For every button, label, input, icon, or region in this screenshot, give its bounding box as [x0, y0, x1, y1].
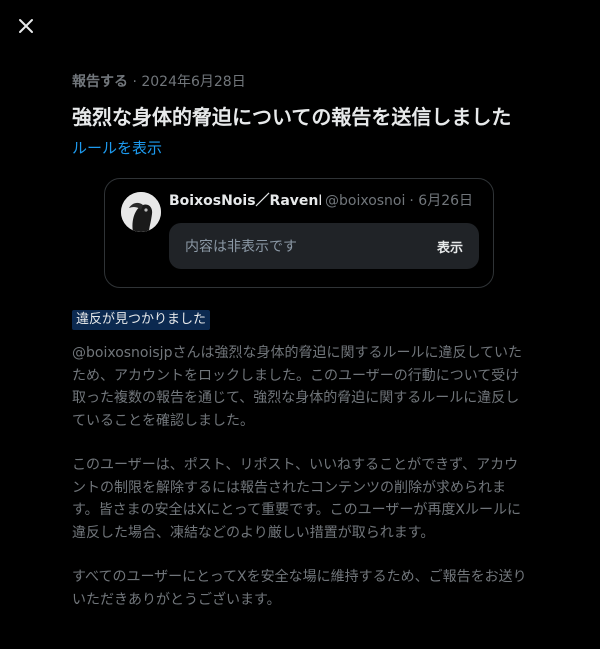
- report-content: 報告する · 2024年6月28日 強烈な身体的脅迫についての報告を送信しました…: [72, 72, 527, 611]
- report-date: 2024年6月28日: [141, 74, 246, 90]
- result-paragraph-2: このユーザーは、ポスト、リポスト、いいねすることができず、アカウントの制限を解除…: [72, 457, 521, 541]
- page-title: 強烈な身体的脅迫についての報告を送信しました: [72, 105, 512, 129]
- reported-post-card[interactable]: BoixosNois／RavenFlock @boixosnoi · 6月26日…: [104, 178, 494, 288]
- avatar-image: [121, 192, 161, 232]
- close-icon: [19, 19, 33, 33]
- meta-separator: ·: [128, 74, 142, 90]
- post-date: · 6月26日: [409, 193, 474, 209]
- author-handle[interactable]: @boixosnoi: [325, 191, 405, 211]
- report-meta: 報告する · 2024年6月28日: [72, 72, 527, 92]
- report-kind: 報告する: [72, 74, 128, 90]
- avatar[interactable]: [121, 192, 161, 232]
- result-paragraph-1: @boixosnoisjpさんは強烈な身体的脅迫に関するルールに違反していたため…: [72, 345, 523, 429]
- author-name[interactable]: BoixosNois／RavenFlock: [169, 191, 321, 211]
- show-content-button[interactable]: 表示: [437, 237, 463, 256]
- close-button[interactable]: [12, 12, 40, 40]
- result-paragraph-3: すべてのユーザーにとってXを安全な場に維持するため、ご報告をお送りいただきありが…: [72, 569, 527, 608]
- view-rules-link[interactable]: ルールを表示: [72, 138, 162, 158]
- report-detail-page: 報告する · 2024年6月28日 強烈な身体的脅迫についての報告を送信しました…: [0, 0, 600, 649]
- post-header: BoixosNois／RavenFlock @boixosnoi · 6月26日: [169, 191, 477, 211]
- hidden-content-text: 内容は非表示です: [185, 239, 297, 255]
- violation-badge: 違反が見つかりました: [72, 310, 211, 330]
- hidden-content-box: 内容は非表示です 表示: [169, 223, 479, 269]
